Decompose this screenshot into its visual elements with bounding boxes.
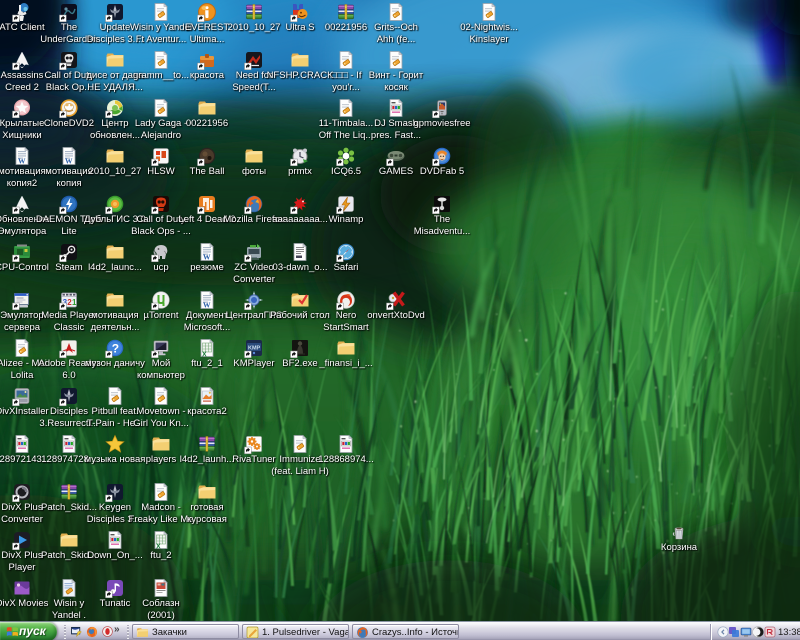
svg-text:W: W (203, 301, 211, 310)
svg-text:W: W (18, 157, 26, 166)
svg-text:W: W (65, 157, 73, 166)
svg-text:W: W (203, 253, 211, 262)
svg-text:?: ? (112, 342, 119, 356)
svg-text:KMP: KMP (248, 346, 261, 352)
